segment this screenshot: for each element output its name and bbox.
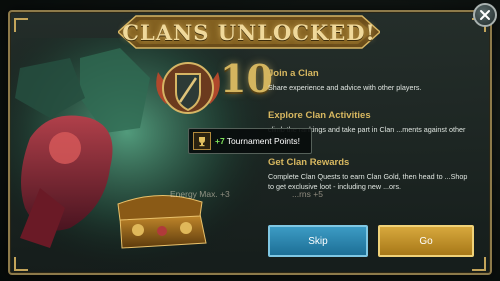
clan-emblem-icon	[152, 52, 224, 124]
section-heading: Explore Clan Activities	[268, 110, 371, 121]
section-description: Share experience and advice with other p…	[268, 83, 422, 92]
trophy-icon	[193, 132, 211, 150]
close-icon	[480, 10, 490, 20]
info-section-join: Join a Clan Share experience and advice …	[268, 68, 474, 93]
tournament-points-amount: +7	[215, 136, 225, 146]
section-heading: Get Clan Rewards	[268, 157, 350, 168]
tournament-points-tooltip: +7 Tournament Points!	[188, 128, 312, 154]
tournament-points-label: Tournament Points!	[226, 136, 300, 146]
section-heading: Join a Clan	[268, 68, 319, 79]
frame-corner-ornament	[14, 18, 28, 32]
items-ghost-text: ...rns +5	[292, 189, 323, 199]
info-section-rewards: Get Clan Rewards Complete Clan Quests to…	[268, 157, 474, 191]
energy-max-ghost-text: Energy Max. +3	[170, 189, 230, 199]
frame-corner-ornament	[472, 257, 486, 271]
go-button[interactable]: Go	[378, 225, 474, 257]
skip-button[interactable]: Skip	[268, 225, 368, 257]
title-banner: CLANS UNLOCKED!	[118, 12, 380, 52]
dialog-title: CLANS UNLOCKED!	[122, 19, 376, 45]
close-button[interactable]	[473, 3, 497, 27]
